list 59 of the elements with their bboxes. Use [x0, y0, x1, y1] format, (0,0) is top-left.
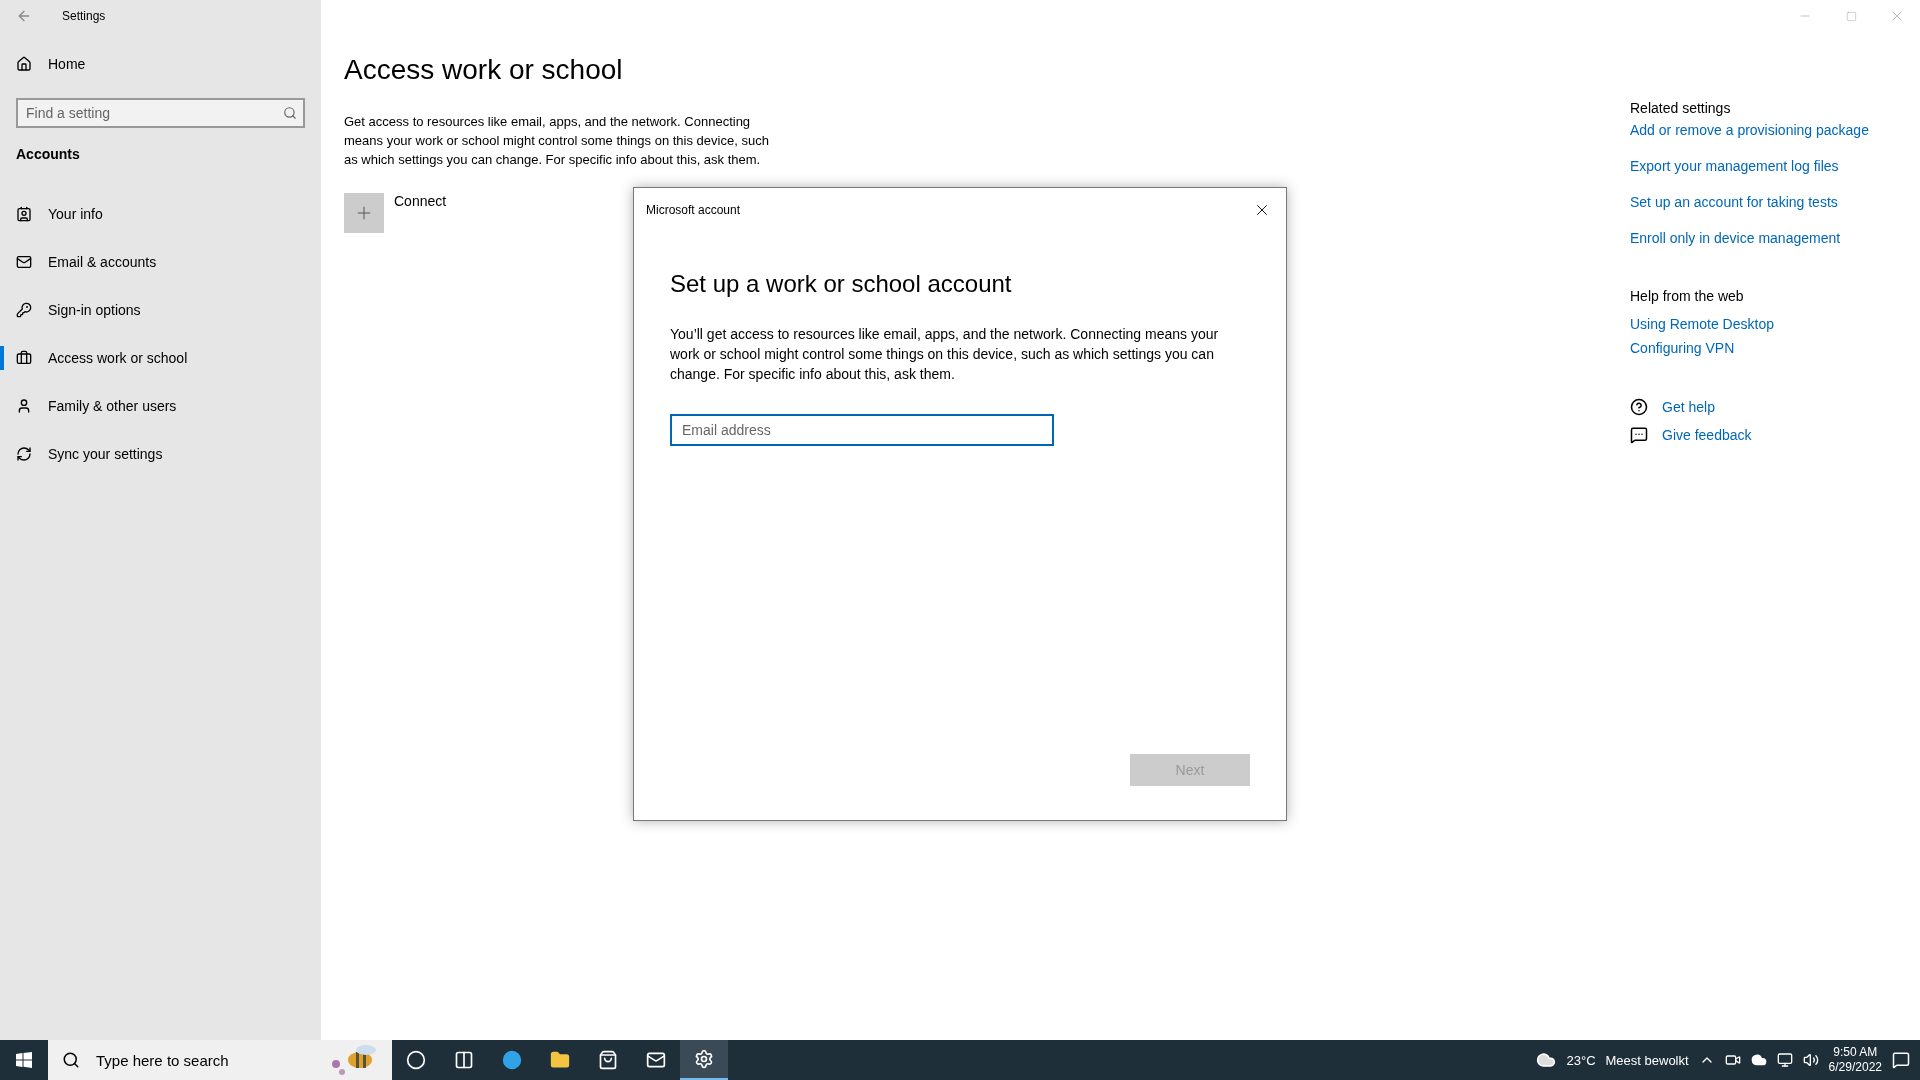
camera-icon[interactable] [1724, 1052, 1741, 1068]
support-link[interactable]: Get help [1662, 399, 1715, 415]
search-icon [62, 1051, 80, 1069]
description-text: Get access to resources like email, apps, and the network. Connecting means your work or school might control some things on this device, such as which settings you can change. For specific info about this, ask them. [344, 113, 770, 169]
home-icon [16, 56, 32, 72]
section-heading: Related settings [1630, 100, 1732, 116]
network-icon[interactable] [1776, 1052, 1793, 1068]
search-field[interactable]: Find a setting [16, 98, 305, 128]
section-heading: Help from the web [1630, 288, 1745, 304]
sidebar-item[interactable]: Family & other users [0, 382, 321, 430]
task-view-icon [454, 1050, 474, 1070]
help-link[interactable]: Configuring VPN [1630, 340, 1920, 356]
home-nav-item[interactable]: Home [0, 40, 321, 88]
circle-icon [406, 1050, 426, 1070]
dialog-heading: Set up a work or school account [670, 270, 1013, 298]
dialog-title: Microsoft account [646, 203, 741, 217]
store-bag-icon [598, 1050, 618, 1070]
related-link[interactable]: Add or remove a provisioning package [1630, 122, 1920, 138]
envelope-icon [646, 1050, 666, 1070]
volume-icon[interactable] [1802, 1052, 1819, 1068]
back-arrow-icon[interactable] [16, 8, 32, 24]
sidebar-item[interactable]: Sync your settings [0, 430, 321, 478]
help-icon [1630, 398, 1648, 416]
contact-card-icon [16, 206, 32, 222]
windows-logo-icon [16, 1052, 32, 1068]
taskbar-search-field[interactable]: Type here to search [48, 1040, 392, 1080]
settings-taskbar-button[interactable] [680, 1040, 728, 1080]
nav-label: Home [48, 56, 86, 72]
person-icon [16, 398, 32, 414]
help-link[interactable]: Using Remote Desktop [1630, 316, 1920, 332]
notifications-icon[interactable] [1892, 1051, 1910, 1069]
sync-icon [16, 446, 32, 462]
cloud-icon[interactable] [1750, 1052, 1767, 1068]
sidebar-item[interactable]: Sign-in options [0, 286, 321, 334]
envelope-icon [16, 254, 32, 270]
sidebar-item[interactable]: Email & accounts [0, 238, 321, 286]
related-link[interactable]: Enroll only in device management [1630, 230, 1920, 246]
weather-cloud-icon[interactable] [1536, 1050, 1557, 1070]
dialog-body-text: You’ll get access to resources like email, apps, and the network. Connecting means your work or school might control some things on this device, such as which settings you can change. For specific info about this, ask them. [670, 325, 1220, 384]
section-heading: Accounts [15, 146, 81, 162]
feedback-icon [1630, 426, 1648, 444]
related-link[interactable]: Export your management log files [1630, 158, 1920, 174]
folder-icon [550, 1050, 570, 1070]
support-link[interactable]: Give feedback [1662, 427, 1752, 443]
temperature-text[interactable]: 23°C [1566, 1052, 1596, 1068]
connect-label[interactable]: Connect [394, 193, 447, 209]
related-link[interactable]: Set up an account for taking tests [1630, 194, 1920, 210]
page-title: Access work or school [344, 54, 624, 86]
key-icon [16, 302, 32, 318]
sidebar-item[interactable]: Your info [0, 190, 321, 238]
settings-icon [694, 1049, 714, 1069]
sidebar-item[interactable]: Access work or school [0, 334, 321, 382]
restore-icon [1845, 10, 1857, 22]
window-title: Settings [62, 9, 106, 23]
email-field[interactable]: Email address [670, 414, 1054, 446]
clock[interactable]: 9:50 AM 6/29/2022 [1828, 1045, 1882, 1075]
weather-condition-text[interactable]: Meest bewolkt [1605, 1052, 1689, 1068]
briefcase-icon [16, 350, 32, 366]
search-icon [283, 106, 297, 120]
